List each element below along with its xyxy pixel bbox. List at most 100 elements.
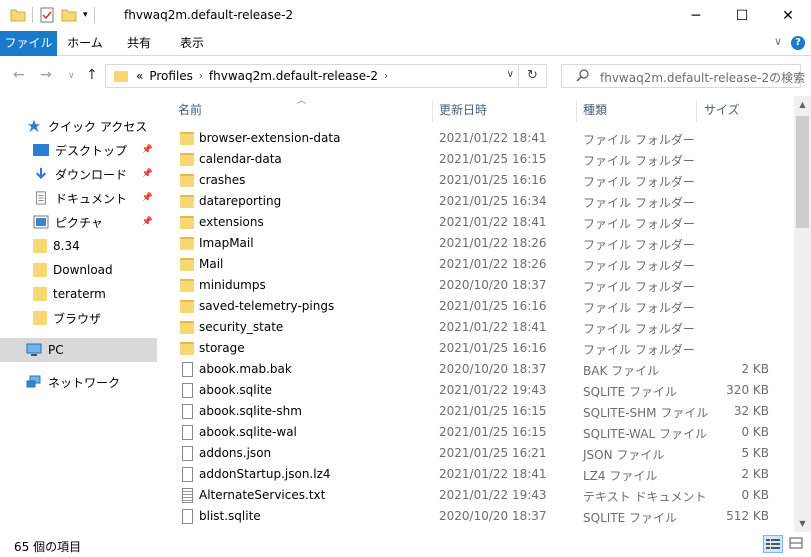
item-count: 65 個の項目 xyxy=(14,540,82,554)
folder-row[interactable]: crashes 2021/01/25 16:16 ファイル フォルダー xyxy=(158,170,794,191)
tab-file[interactable]: ファイル xyxy=(0,31,57,56)
pin-icon[interactable]: 📌 xyxy=(142,145,153,155)
refresh-button[interactable]: ↻ xyxy=(518,65,546,87)
sidebar-item-pictures[interactable]: ピクチャ 📌 xyxy=(0,210,157,234)
column-divider[interactable] xyxy=(696,100,697,122)
file-row[interactable]: addonStartup.json.lz4 2021/01/22 18:41 LZ4… xyxy=(158,464,794,485)
file-type: SQLITE-SHM ファイル xyxy=(583,406,709,420)
large-icons-view-button[interactable] xyxy=(787,535,807,553)
new-folder-icon[interactable] xyxy=(61,7,77,23)
column-divider[interactable] xyxy=(432,100,433,122)
properties-icon[interactable] xyxy=(39,7,55,23)
customize-toolbar-icon[interactable]: ▾ xyxy=(83,10,88,20)
sidebar-item-documents[interactable]: ドキュメント 📌 xyxy=(0,186,157,210)
sidebar-item-browser[interactable]: ブラウザ xyxy=(0,306,157,330)
file-name: AlternateServices.txt xyxy=(199,488,326,502)
close-button[interactable]: ✕ xyxy=(765,0,811,31)
file-name: ImapMail xyxy=(199,236,254,250)
file-row[interactable]: addons.json 2021/01/25 16:21 JSON ファイル 5 KB xyxy=(158,443,794,464)
file-type: ファイル フォルダー xyxy=(583,259,695,273)
file-row[interactable]: abook.sqlite-wal 2021/01/25 16:15 SQLITE-W… xyxy=(158,422,794,443)
column-header-date[interactable]: 更新日時 xyxy=(439,96,487,124)
recent-locations-button[interactable]: ∨ xyxy=(68,71,75,81)
vertical-scrollbar[interactable]: ▲ ▼ xyxy=(794,96,811,532)
folder-row[interactable]: calendar-data 2021/01/25 16:15 ファイル フォルダー xyxy=(158,149,794,170)
pin-icon[interactable]: 📌 xyxy=(142,217,153,227)
chevron-right-icon[interactable]: › xyxy=(384,71,388,82)
forward-button[interactable]: → xyxy=(40,67,52,83)
ribbon-tabs: ファイル ホーム 共有 表示 ∨ ? xyxy=(0,31,811,56)
sidebar-item-teraterm[interactable]: teraterm xyxy=(0,282,157,306)
tab-home[interactable]: ホーム xyxy=(60,31,110,56)
tab-view[interactable]: 表示 xyxy=(167,31,217,56)
folder-row[interactable]: Mail 2021/01/22 18:26 ファイル フォルダー xyxy=(158,254,794,275)
expand-ribbon-icon[interactable]: ∨ xyxy=(774,35,782,48)
file-type: BAK ファイル xyxy=(583,364,660,378)
folder-row[interactable]: ImapMail 2021/01/22 18:26 ファイル フォルダー xyxy=(158,233,794,254)
column-header-size[interactable]: サイズ xyxy=(704,96,740,124)
sidebar-item-quick-access[interactable]: クイック アクセス xyxy=(0,114,157,138)
help-icon[interactable]: ? xyxy=(791,36,805,50)
sidebar-item-downloads[interactable]: ダウンロード 📌 xyxy=(0,162,157,186)
pin-icon[interactable]: 📌 xyxy=(142,169,153,179)
chevron-right-icon[interactable]: › xyxy=(199,71,203,82)
pin-icon[interactable]: 📌 xyxy=(142,193,153,203)
file-size: 0 KB xyxy=(741,425,769,439)
folder-row[interactable]: browser-extension-data 2021/01/22 18:41 ファ… xyxy=(158,128,794,149)
sidebar-item-network[interactable]: ネットワーク xyxy=(0,370,157,394)
breadcrumb-overflow[interactable]: « xyxy=(136,69,143,83)
sidebar-item-desktop[interactable]: デスクトップ 📌 xyxy=(0,138,157,162)
file-date: 2021/01/25 16:21 xyxy=(439,446,547,460)
file-name: addons.json xyxy=(199,446,272,460)
column-header-name[interactable]: 名前 xyxy=(178,96,202,124)
sidebar-item-pc[interactable]: PC xyxy=(0,338,157,362)
sidebar-item-download[interactable]: Download xyxy=(0,258,157,282)
folder-row[interactable]: minidumps 2020/10/20 18:37 ファイル フォルダー xyxy=(158,275,794,296)
search-box[interactable]: fhvwaq2m.default-release-2の検索 xyxy=(561,64,805,88)
file-icon xyxy=(182,425,193,440)
file-type: ファイル フォルダー xyxy=(583,196,695,210)
file-icon xyxy=(182,467,193,482)
maximize-button[interactable]: ☐ xyxy=(719,0,765,31)
breadcrumb-item-current[interactable]: fhvwaq2m.default-release-2 xyxy=(209,69,378,83)
sidebar-item-label: デスクトップ xyxy=(55,143,128,158)
scrollbar-thumb[interactable] xyxy=(796,116,809,228)
file-row[interactable]: blist.sqlite 2020/10/20 18:37 SQLITE ファイル 5… xyxy=(158,506,794,527)
folder-row[interactable]: saved-telemetry-pings 2021/01/25 16:16 ファイ… xyxy=(158,296,794,317)
scroll-down-arrow[interactable]: ▼ xyxy=(794,515,811,532)
file-name: abook.sqlite xyxy=(199,383,273,397)
folder-icon xyxy=(180,216,194,229)
sidebar-item-8-34[interactable]: 8.34 xyxy=(0,234,157,258)
file-size: 2 KB xyxy=(741,362,769,376)
file-name: abook.sqlite-wal xyxy=(199,425,297,439)
folder-icon xyxy=(180,237,194,250)
up-button[interactable]: ↑ xyxy=(86,67,98,83)
minimize-button[interactable]: ─ xyxy=(673,0,719,31)
file-row[interactable]: abook.sqlite 2021/01/22 19:43 SQLITE ファイル 3… xyxy=(158,380,794,401)
file-name: abook.sqlite-shm xyxy=(199,404,302,418)
folder-icon xyxy=(180,321,194,334)
file-row[interactable]: abook.sqlite-shm 2021/01/25 16:15 SQLITE-S… xyxy=(158,401,794,422)
address-bar[interactable]: « Profiles › fhvwaq2m.default-release-2 … xyxy=(105,64,547,88)
address-dropdown-button[interactable]: ∨ xyxy=(507,69,514,80)
toolbar-separator xyxy=(32,7,33,23)
folder-row[interactable]: datareporting 2021/01/25 16:34 ファイル フォルダー xyxy=(158,191,794,212)
column-divider[interactable] xyxy=(576,100,577,122)
details-view-button[interactable] xyxy=(763,535,783,553)
search-input[interactable]: fhvwaq2m.default-release-2の検索 xyxy=(600,69,805,86)
folder-icon xyxy=(114,70,128,82)
scroll-up-arrow[interactable]: ▲ xyxy=(794,96,811,113)
file-size: 5 KB xyxy=(741,446,769,460)
folder-icon xyxy=(180,174,194,187)
file-row[interactable]: AlternateServices.txt 2021/01/22 19:43 テキス… xyxy=(158,485,794,506)
column-header-type[interactable]: 種類 xyxy=(583,96,607,124)
folder-row[interactable]: security_state 2021/01/22 18:41 ファイル フォルダー xyxy=(158,317,794,338)
tab-share[interactable]: 共有 xyxy=(115,31,163,56)
breadcrumb-item-profiles[interactable]: Profiles xyxy=(149,69,193,83)
file-row[interactable]: abook.mab.bak 2020/10/20 18:37 BAK ファイル 2 K… xyxy=(158,359,794,380)
back-button[interactable]: ← xyxy=(13,67,25,83)
breadcrumb: « Profiles › fhvwaq2m.default-release-2 … xyxy=(136,69,388,83)
folder-row[interactable]: storage 2021/01/25 16:16 ファイル フォルダー xyxy=(158,338,794,359)
file-type: ファイル フォルダー xyxy=(583,217,695,231)
folder-row[interactable]: extensions 2021/01/22 18:41 ファイル フォルダー xyxy=(158,212,794,233)
